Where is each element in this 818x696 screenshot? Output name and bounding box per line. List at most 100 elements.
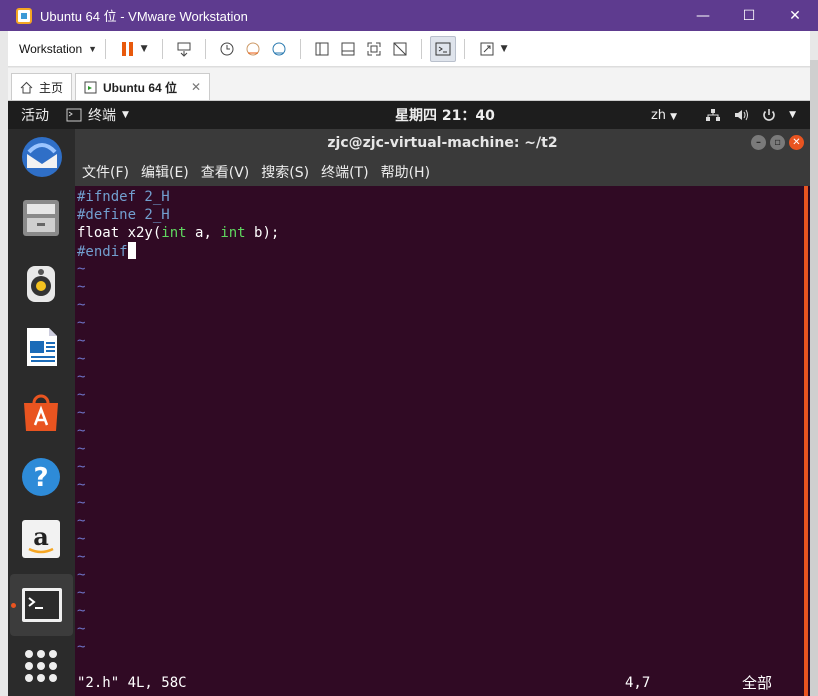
empty-line-marker: ~ xyxy=(77,405,86,421)
stretch-icon xyxy=(480,42,494,55)
rhythmbox-icon xyxy=(27,266,55,302)
thunderbird-launcher[interactable] xyxy=(19,135,63,179)
thumbnail-icon xyxy=(341,42,355,55)
window-title: Ubuntu 64 位 - VMware Workstation xyxy=(40,9,248,24)
toolbar-divider xyxy=(162,38,164,59)
console-icon xyxy=(435,42,451,55)
running-indicator xyxy=(11,603,16,608)
empty-line-marker: ~ xyxy=(77,621,86,637)
snapshot-manager-button[interactable] xyxy=(266,36,292,62)
input-method-indicator[interactable]: zh ▼ xyxy=(651,108,677,123)
activities-button[interactable]: 活动 xyxy=(21,105,49,125)
writer-launcher[interactable] xyxy=(19,325,63,369)
workstation-menu[interactable]: Workstation ▼ xyxy=(19,42,97,56)
vim-status-position: 4,7 xyxy=(625,675,651,691)
menu-edit[interactable]: 编辑(E) xyxy=(141,162,189,182)
menu-terminal[interactable]: 终端(T) xyxy=(321,162,368,182)
terminal-icon xyxy=(21,588,62,622)
scrollbar-thumb[interactable] xyxy=(804,186,808,696)
rhythmbox-launcher[interactable] xyxy=(19,262,63,306)
menu-file[interactable]: 文件(F) xyxy=(82,162,129,182)
unity-button[interactable] xyxy=(387,36,413,62)
revert-snapshot-button[interactable] xyxy=(240,36,266,62)
tab-home[interactable]: 主页 xyxy=(11,73,73,100)
thumbnail-bar-button[interactable] xyxy=(335,36,361,62)
full-screen-icon xyxy=(367,42,381,55)
menu-view[interactable]: 查看(V) xyxy=(201,162,250,182)
pause-icon xyxy=(121,41,133,56)
show-library-button[interactable] xyxy=(309,36,335,62)
menu-help[interactable]: 帮助(H) xyxy=(381,162,430,182)
help-launcher[interactable]: ? xyxy=(19,455,63,499)
window-controls: — ☐ ✕ xyxy=(680,0,818,31)
empty-line-marker: ~ xyxy=(77,477,86,493)
terminal-close-button[interactable]: ✕ xyxy=(789,135,804,150)
minimize-button[interactable]: — xyxy=(680,0,726,31)
empty-line-marker: ~ xyxy=(77,423,86,439)
software-launcher[interactable] xyxy=(19,391,63,435)
terminal-window-buttons: – ▫ ✕ xyxy=(751,135,804,150)
toolbar-divider xyxy=(105,38,107,59)
terminal-title: zjc@zjc-virtual-machine: ~/t2 xyxy=(327,135,558,151)
chevron-down-icon: ▼ xyxy=(140,43,148,54)
close-button[interactable]: ✕ xyxy=(772,0,818,31)
tab-ubuntu[interactable]: Ubuntu 64 位 ✕ xyxy=(75,73,211,100)
network-icon[interactable] xyxy=(705,108,721,122)
volume-icon[interactable] xyxy=(733,108,749,122)
full-screen-button[interactable] xyxy=(361,36,387,62)
unity-icon xyxy=(393,42,407,55)
toolbar-divider xyxy=(300,38,302,59)
thunderbird-icon xyxy=(22,137,62,177)
workstation-menu-label: Workstation xyxy=(19,41,83,56)
empty-line-marker: ~ xyxy=(77,531,86,547)
terminal-content[interactable]: #ifndef 2_H #define 2_H float x2y(int a, i… xyxy=(75,186,803,696)
snapshot-button[interactable] xyxy=(214,36,240,62)
code-line: float x2y(int a, int b); xyxy=(77,224,279,242)
stretch-button[interactable]: ▼ xyxy=(473,36,513,62)
empty-line-marker: ~ xyxy=(77,279,86,295)
clock[interactable]: 星期四 21：40 xyxy=(395,105,495,125)
vim-status-scroll: 全部 xyxy=(742,674,773,692)
chevron-down-icon: ▼ xyxy=(670,111,678,122)
vm-tab-bar: 主页 Ubuntu 64 位 ✕ xyxy=(8,68,810,101)
empty-line-marker: ~ xyxy=(77,441,86,457)
chevron-down-icon: ▼ xyxy=(88,43,98,54)
terminal-app-icon xyxy=(66,108,82,122)
app-grid-icon xyxy=(25,650,57,682)
terminal-scrollbar[interactable] xyxy=(803,186,810,696)
help-icon: ? xyxy=(22,458,60,496)
send-ctrl-alt-del-icon xyxy=(177,42,191,57)
console-view-button[interactable] xyxy=(430,35,457,62)
home-icon xyxy=(20,81,33,93)
app-menu[interactable]: 终端 ▼ xyxy=(66,105,129,125)
empty-line-marker: ~ xyxy=(77,639,86,655)
close-icon[interactable]: ✕ xyxy=(191,80,201,94)
amazon-launcher[interactable]: a xyxy=(19,517,63,561)
chevron-down-icon: ▼ xyxy=(122,110,129,120)
snapshot-manager-icon xyxy=(272,42,286,55)
power-icon[interactable] xyxy=(761,108,777,122)
send-keys-button[interactable] xyxy=(171,36,197,62)
system-tray: zh ▼ ▼ xyxy=(651,108,796,123)
app-menu-label: 终端 xyxy=(88,108,116,124)
sidebar-icon xyxy=(315,42,329,55)
toolbar-divider xyxy=(205,38,207,59)
vm-icon xyxy=(84,81,97,93)
show-applications-button[interactable] xyxy=(19,644,63,688)
terminal-maximize-button[interactable]: ▫ xyxy=(770,135,785,150)
menu-search[interactable]: 搜索(S) xyxy=(261,162,309,182)
chevron-down-icon[interactable]: ▼ xyxy=(789,110,796,120)
terminal-minimize-button[interactable]: – xyxy=(751,135,766,150)
terminal-menubar: 文件(F) 编辑(E) 查看(V) 搜索(S) 终端(T) 帮助(H) xyxy=(75,157,810,186)
vmware-logo-icon xyxy=(16,7,32,24)
maximize-button[interactable]: ☐ xyxy=(726,0,772,31)
empty-line-marker: ~ xyxy=(77,495,86,511)
amazon-icon: a xyxy=(22,520,60,558)
window-titlebar: Ubuntu 64 位 - VMware Workstation — ☐ ✕ xyxy=(0,0,818,31)
files-launcher[interactable] xyxy=(19,196,63,240)
terminal-launcher[interactable] xyxy=(10,574,73,636)
pause-button[interactable]: ▼ xyxy=(114,36,154,62)
empty-line-marker: ~ xyxy=(77,261,86,277)
chevron-down-icon: ▼ xyxy=(500,43,508,54)
text-cursor xyxy=(127,242,136,259)
